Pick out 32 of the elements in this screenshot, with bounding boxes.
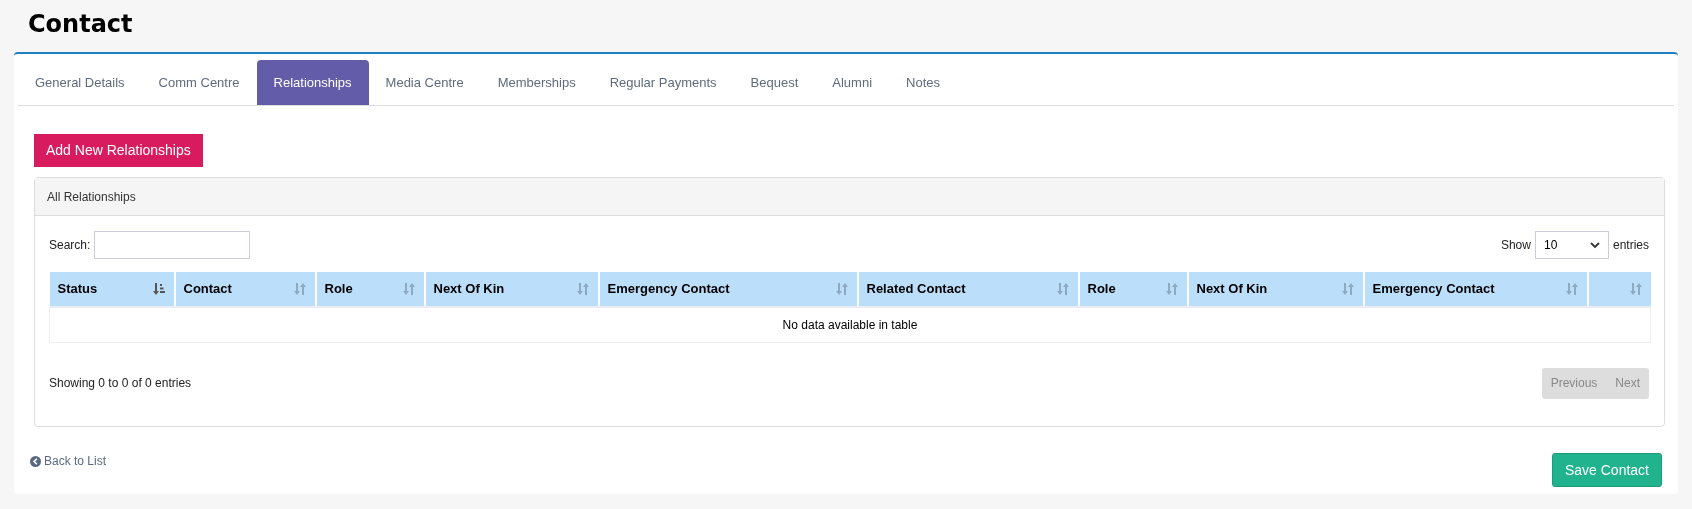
tab[interactable]: Regular Payments	[592, 60, 734, 105]
add-relationship-button[interactable]: Add New Relationships	[34, 134, 203, 167]
column-header[interactable]: Contact	[174, 272, 316, 307]
column-header[interactable]: Next Of Kin	[1187, 272, 1364, 307]
tab[interactable]: Comm Centre	[141, 60, 257, 105]
tab[interactable]: Notes	[889, 60, 958, 105]
arrow-left-circle-icon	[30, 455, 41, 467]
column-header[interactable]: Emergency Contact	[1363, 272, 1588, 307]
entries-label: entries	[1612, 237, 1649, 254]
column-header[interactable]	[1587, 272, 1651, 307]
search-label: Search:	[49, 237, 91, 254]
empty-table-message: No data available in table	[49, 307, 1651, 342]
entries-dropdown[interactable]: 10	[1534, 231, 1609, 259]
panel-title: All Relationships	[47, 188, 136, 206]
column-header[interactable]: Next Of Kin	[424, 272, 599, 307]
column-header[interactable]: Emergency Contact	[598, 272, 858, 307]
tab[interactable]: Bequest	[733, 60, 816, 105]
chevron-down-icon	[1589, 241, 1600, 249]
back-link[interactable]: Back to List	[30, 452, 107, 470]
column-header[interactable]: Status	[49, 272, 175, 307]
column-header[interactable]: Role	[315, 272, 425, 307]
tab[interactable]: Media Centre	[368, 60, 481, 105]
column-header[interactable]: Role	[1078, 272, 1188, 307]
page-title: Contact	[28, 10, 133, 38]
tab[interactable]: Memberships	[480, 60, 593, 105]
tab[interactable]: Alumni	[815, 60, 890, 105]
show-label: Show	[1500, 237, 1531, 254]
tab[interactable]: Relationships	[256, 60, 369, 105]
entries-info: Showing 0 to 0 of 0 entries	[49, 375, 192, 392]
tab[interactable]: General Details	[18, 60, 142, 105]
search-field[interactable]	[94, 231, 251, 259]
column-header[interactable]: Related Contact	[857, 272, 1079, 307]
